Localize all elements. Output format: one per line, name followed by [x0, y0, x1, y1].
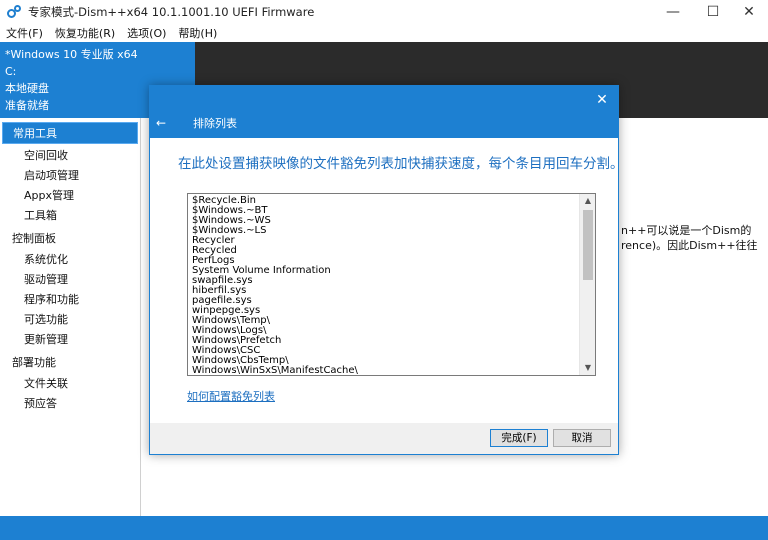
list-line: swapfile.sys	[192, 276, 578, 286]
list-line: Recycler	[192, 236, 578, 246]
menu-options[interactable]: 选项(O)	[127, 25, 166, 41]
menu-help[interactable]: 帮助(H)	[178, 25, 217, 41]
background-text-line-1: n++可以说是一个Dism的	[621, 222, 751, 238]
nav-section-common-tools[interactable]: 常用工具	[2, 122, 138, 144]
menu-bar: 文件(F) 恢复功能(R) 选项(O) 帮助(H)	[0, 24, 768, 42]
help-link[interactable]: 如何配置豁免列表	[187, 388, 275, 404]
background-text-line-2: rence)。因此Dism++往往	[621, 237, 758, 253]
list-line: Recycled	[192, 246, 578, 256]
dialog-footer: 完成(F) 取消	[150, 423, 618, 454]
scroll-down-icon[interactable]: ▼	[580, 361, 596, 375]
nav-item-answer-file[interactable]: 预应答	[0, 394, 140, 414]
sidebar: 常用工具 空间回收 启动项管理 Appx管理 工具箱 控制面板 系统优化 驱动管…	[0, 118, 141, 516]
nav-section-deployment[interactable]: 部署功能	[0, 352, 140, 374]
exclusion-list-dialog: ✕ ← 排除列表 在此处设置捕获映像的文件豁免列表加快捕获速度，每个条目用回车分…	[149, 85, 619, 455]
list-line: Windows\WinSxS\ManifestCache\	[192, 366, 578, 376]
menu-file[interactable]: 文件(F)	[6, 25, 43, 41]
back-arrow-icon[interactable]: ←	[156, 116, 170, 130]
os-name: *Windows 10 专业版 x64	[5, 46, 190, 63]
nav-item-space-cleanup[interactable]: 空间回收	[0, 146, 140, 166]
menu-restore[interactable]: 恢复功能(R)	[55, 25, 115, 41]
scroll-thumb[interactable]	[583, 210, 593, 280]
nav-item-file-association[interactable]: 文件关联	[0, 374, 140, 394]
nav-item-optional-features[interactable]: 可选功能	[0, 310, 140, 330]
nav-item-toolbox[interactable]: 工具箱	[0, 206, 140, 226]
dialog-body: 在此处设置捕获映像的文件豁免列表加快捕获速度，每个条目用回车分割。 $Recyc…	[150, 138, 618, 423]
app-gears-icon	[7, 5, 21, 19]
window-title: 专家模式-Dism++x64 10.1.1001.10 UEFI Firmwar…	[28, 4, 314, 20]
nav-item-system-optimize[interactable]: 系统优化	[0, 250, 140, 270]
nav-item-appx[interactable]: Appx管理	[0, 186, 140, 206]
scroll-up-icon[interactable]: ▲	[580, 194, 596, 208]
cancel-button[interactable]: 取消	[553, 429, 611, 447]
list-line: $Windows.~LS	[192, 226, 578, 236]
exclusion-list-textarea[interactable]: $Recycle.Bin $Windows.~BT $Windows.~WS $…	[187, 193, 596, 376]
list-scrollbar[interactable]: ▲ ▼	[579, 194, 595, 375]
title-bar: 专家模式-Dism++x64 10.1.1001.10 UEFI Firmwar…	[0, 0, 768, 24]
nav-item-startup[interactable]: 启动项管理	[0, 166, 140, 186]
nav-section-control-panel[interactable]: 控制面板	[0, 228, 140, 250]
dialog-description: 在此处设置捕获映像的文件豁免列表加快捕获速度，每个条目用回车分割。	[178, 152, 624, 172]
nav-item-programs[interactable]: 程序和功能	[0, 290, 140, 310]
nav-item-updates[interactable]: 更新管理	[0, 330, 140, 350]
maximize-button[interactable]: ☐	[694, 0, 732, 24]
exclusion-list-lines: $Recycle.Bin $Windows.~BT $Windows.~WS $…	[192, 196, 578, 376]
dialog-close-icon[interactable]: ✕	[592, 90, 612, 110]
minimize-button[interactable]: —	[654, 0, 692, 24]
close-button[interactable]: ✕	[730, 0, 768, 24]
dialog-title: 排除列表	[193, 115, 237, 131]
dialog-header: ✕ ← 排除列表	[150, 86, 618, 138]
status-bar	[0, 516, 768, 540]
drive-letter: C:	[5, 63, 190, 80]
finish-button[interactable]: 完成(F)	[490, 429, 548, 447]
nav-item-drivers[interactable]: 驱动管理	[0, 270, 140, 290]
